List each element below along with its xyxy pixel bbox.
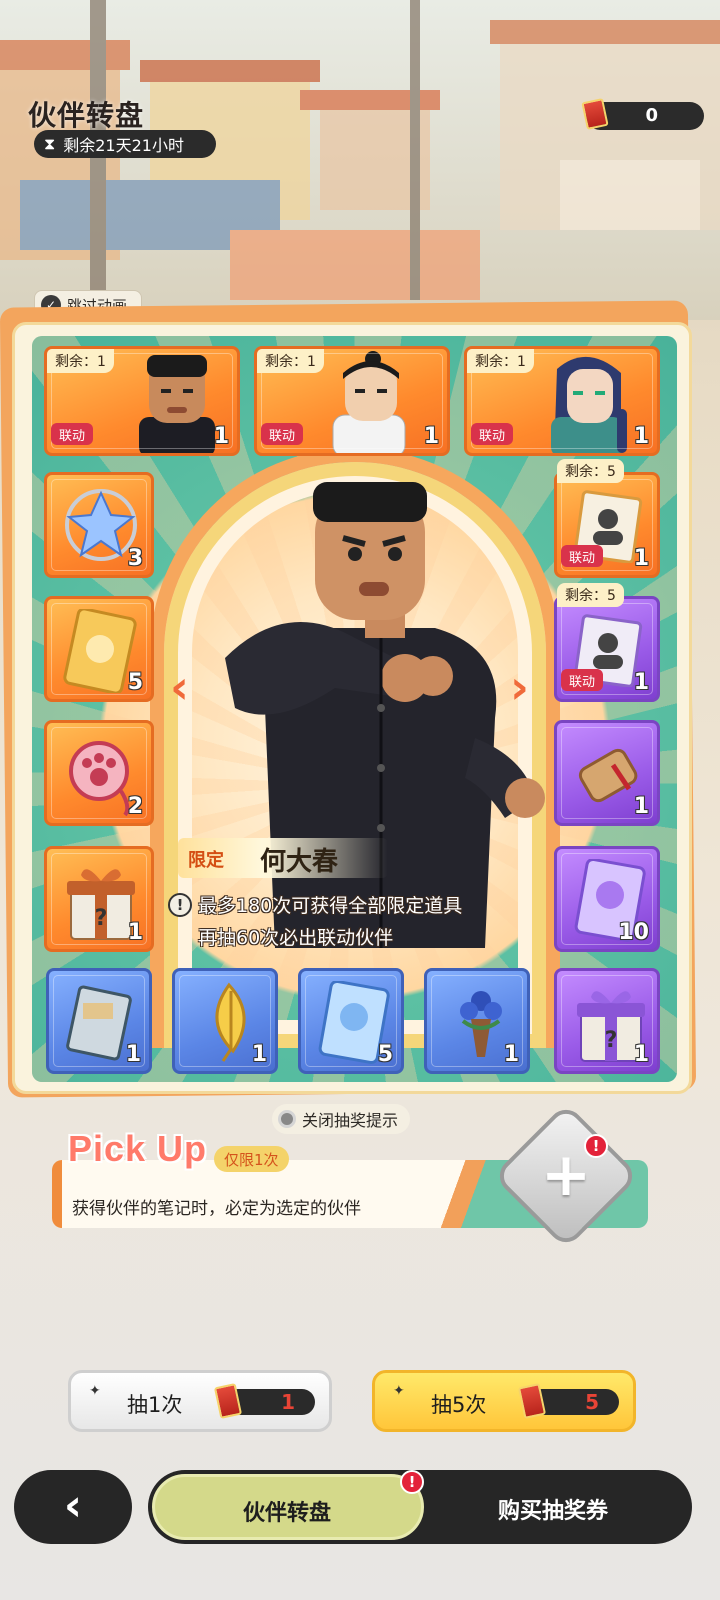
prize-quantity: 1: [633, 794, 649, 819]
radio-icon: [278, 1110, 296, 1128]
hint-line-2: 再抽60次必出联动伙伴: [198, 927, 394, 949]
tab-buy-tickets[interactable]: 购买抽奖券: [472, 1474, 652, 1540]
link-badge: 联动: [51, 423, 94, 445]
featured-partner-name: 何大春: [260, 847, 339, 877]
tab-buy-tickets-label: 购买抽奖券: [498, 1499, 609, 1524]
remaining-count: 剩余：1: [257, 349, 324, 373]
ticket-icon: [581, 98, 609, 130]
prize-tile-left-1[interactable]: 3: [44, 472, 154, 578]
prize-quantity: 1: [423, 424, 439, 449]
prize-tile-bottom-4[interactable]: 1: [424, 968, 530, 1074]
remaining-count: 剩余：1: [47, 349, 114, 373]
close-draw-tips-toggle[interactable]: 关闭抽奖提示: [272, 1104, 411, 1134]
prize-tile-left-4[interactable]: ? 1: [44, 846, 154, 952]
prize-tile-left-3[interactable]: 2: [44, 720, 154, 826]
info-exclamation-icon: !: [168, 893, 192, 917]
prize-tile-partner-2[interactable]: 剩余：1 联动 1: [254, 346, 450, 456]
prize-quantity: 1: [503, 1042, 519, 1067]
prize-tile-right-3[interactable]: 1: [554, 720, 660, 826]
remaining-count: 剩余：1: [467, 349, 534, 373]
tab-partner-wheel[interactable]: 伙伴转盘: [152, 1474, 424, 1540]
draw-once-cost-value: 1: [281, 1390, 295, 1414]
sparkle-icon: ✦: [89, 1383, 101, 1399]
prize-quantity: 2: [127, 794, 143, 819]
partner-portrait-icon: [332, 351, 406, 453]
link-badge: 联动: [261, 423, 304, 445]
featured-partner-banner: 限定 何大春: [178, 838, 388, 878]
prize-quantity: 1: [633, 424, 649, 449]
draw-five-cost-value: 5: [585, 1390, 599, 1414]
tab-partner-wheel-label: 伙伴转盘: [243, 1501, 332, 1526]
prize-quantity: 1: [633, 670, 649, 695]
alert-icon: !: [400, 1470, 424, 1494]
prize-quantity: 5: [377, 1042, 393, 1067]
partner-portrait-icon: [551, 356, 627, 453]
page-title: 伙伴转盘: [28, 99, 145, 132]
close-draw-tips-label: 关闭抽奖提示: [302, 1111, 399, 1130]
ticket-count: 0: [645, 105, 658, 126]
draw-five-button[interactable]: ✦ 抽5次 5: [372, 1370, 636, 1432]
link-badge: 联动: [561, 669, 604, 691]
prize-quantity: 3: [127, 546, 143, 571]
timer-text: 剩余21天21小时: [63, 136, 184, 155]
pickup-title: Pick Up: [68, 1128, 208, 1169]
draw-once-cost: 1: [213, 1383, 315, 1419]
draw-hint: 最多180次可获得全部限定道具 再抽60次必出联动伙伴: [198, 890, 462, 954]
link-badge: 联动: [471, 423, 514, 445]
draw-once-label: 抽1次: [127, 1393, 183, 1417]
prize-quantity: 1: [633, 546, 649, 571]
alert-icon: !: [584, 1134, 608, 1158]
pickup-limit-badge: 仅限1次: [214, 1146, 289, 1172]
pickup-description: 获得伙伴的笔记时，必定为选定的伙伴: [72, 1199, 361, 1219]
gold-card-icon: [63, 609, 137, 693]
draw-five-cost: 5: [517, 1383, 619, 1419]
draw-once-button[interactable]: ✦ 抽1次 1: [68, 1370, 332, 1432]
back-arrow-icon: ‹: [63, 1480, 83, 1531]
ticket-icon: [213, 1383, 243, 1419]
prize-tile-right-2[interactable]: 剩余：5 联动 1: [554, 583, 660, 702]
limited-tag: 限定: [188, 850, 224, 871]
prize-quantity: 1: [127, 920, 143, 945]
prize-quantity: 1: [633, 1042, 649, 1067]
prize-tile-partner-1[interactable]: 剩余：1 联动 1: [44, 346, 240, 456]
prize-tile-left-2[interactable]: 5: [44, 596, 154, 702]
prize-quantity: 1: [213, 424, 229, 449]
prize-quantity: 5: [127, 670, 143, 695]
hourglass-icon: ⧗: [44, 134, 56, 153]
svg-text:?: ?: [605, 1028, 618, 1053]
sparkle-icon: ✦: [393, 1383, 405, 1399]
draw-five-label: 抽5次: [431, 1393, 487, 1417]
prize-tile-bottom-3[interactable]: 5: [298, 968, 404, 1074]
remaining-count: 剩余：5: [557, 459, 624, 483]
back-button[interactable]: ‹: [14, 1470, 132, 1544]
remaining-count: 剩余：5: [557, 583, 624, 607]
link-badge: 联动: [561, 545, 604, 567]
prize-tile-right-4[interactable]: 10: [554, 846, 660, 952]
prize-tile-partner-3[interactable]: 剩余：1 联动 1: [464, 346, 660, 456]
prize-tile-right-1[interactable]: 剩余：5 联动 1: [554, 459, 660, 578]
event-timer: ⧗ 剩余21天21小时: [34, 130, 216, 158]
prize-tile-bottom-5[interactable]: ? 1: [554, 968, 660, 1074]
prize-tile-bottom-1[interactable]: 1: [46, 968, 152, 1074]
prize-quantity: 10: [618, 920, 649, 945]
prize-quantity: 1: [125, 1042, 141, 1067]
ticket-counter[interactable]: 0: [581, 98, 704, 130]
ticket-icon: [517, 1383, 547, 1419]
prev-partner-arrow-icon[interactable]: ‹: [170, 660, 189, 714]
partner-portrait-icon: [139, 355, 215, 453]
prize-quantity: 1: [251, 1042, 267, 1067]
prize-tile-bottom-2[interactable]: 1: [172, 968, 278, 1074]
svg-text:?: ?: [95, 906, 108, 931]
hint-line-1: 最多180次可获得全部限定道具: [198, 895, 463, 917]
